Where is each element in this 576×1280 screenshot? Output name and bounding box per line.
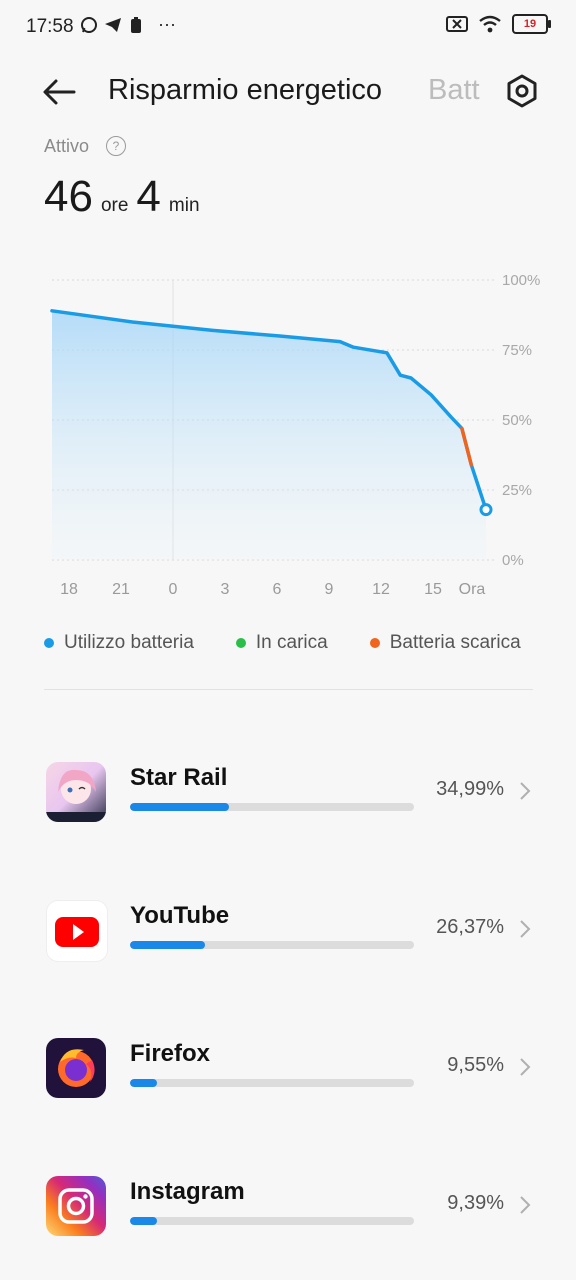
app-row-instagram[interactable]: Instagram 9,39% <box>0 1176 576 1266</box>
x-tick-label: 6 <box>273 581 282 598</box>
back-arrow-icon[interactable] <box>40 72 80 112</box>
status-notification-icons: ··· <box>80 14 176 35</box>
y-tick-label: 0% <box>502 552 524 569</box>
x-tick-label: Ora <box>459 581 486 598</box>
status-system-icons: 19 <box>446 14 551 34</box>
battery-saver-icon <box>131 16 141 33</box>
instagram-icon <box>46 1176 106 1236</box>
battery-area-fill <box>52 310 486 560</box>
legend-low-battery: Batteria scarica <box>369 632 521 654</box>
x-tick-label: 3 <box>221 581 230 598</box>
whatsapp-icon <box>81 16 97 33</box>
y-tick-label: 75% <box>502 342 532 359</box>
help-icon[interactable]: ? <box>106 136 126 156</box>
battery-icon: 19 <box>512 14 551 34</box>
x-tick-label: 12 <box>372 581 390 598</box>
more-icon: ··· <box>158 14 176 34</box>
legend-charging: In carica <box>235 632 328 654</box>
usage-bar <box>130 1079 414 1087</box>
chevron-right-icon <box>520 1058 531 1076</box>
app-name: YouTube <box>130 902 230 929</box>
app-row-firefox[interactable]: Firefox 9,55% <box>0 1038 576 1128</box>
usage-percent: 26,37% <box>436 916 504 938</box>
usage-bar-fill <box>130 941 205 949</box>
app-name: Instagram <box>130 1178 245 1205</box>
firefox-icon <box>46 1038 106 1098</box>
app-name: Star Rail <box>130 764 228 791</box>
current-level-point <box>479 503 493 517</box>
x-tick-label: 21 <box>112 581 130 598</box>
usage-percent: 9,39% <box>447 1192 504 1214</box>
minutes-value: 4 <box>136 172 161 221</box>
divider <box>44 689 533 690</box>
usage-percent: 9,55% <box>447 1054 504 1076</box>
usage-bar <box>130 1217 414 1225</box>
chevron-right-icon <box>520 782 531 800</box>
minutes-unit: min <box>168 195 200 216</box>
wifi-icon <box>479 15 501 33</box>
page-title: Risparmio energetico <box>108 74 383 106</box>
legend-usage: Utilizzo batteria <box>44 632 194 654</box>
tab-battery[interactable]: Batt <box>428 74 488 107</box>
y-tick-label: 100% <box>502 272 540 289</box>
x-tick-label: 9 <box>325 581 334 598</box>
x-tick-label: 15 <box>424 581 442 598</box>
usage-bar-fill <box>130 1217 157 1225</box>
chevron-right-icon <box>520 1196 531 1214</box>
y-tick-label: 50% <box>502 412 532 429</box>
usage-bar <box>130 803 414 811</box>
app-name: Firefox <box>130 1040 211 1067</box>
chevron-right-icon <box>520 920 531 938</box>
usage-bar <box>130 941 414 949</box>
x-tick-label: 18 <box>60 581 78 598</box>
chart-legend: Utilizzo batteria In carica Batteria sca… <box>44 632 521 654</box>
status-time: 17:58 <box>26 16 74 37</box>
app-row-youtube[interactable]: YouTube 26,37% <box>0 900 576 990</box>
usage-percent: 34,99% <box>436 778 504 800</box>
y-tick-label: 25% <box>502 482 532 499</box>
app-row-star-rail[interactable]: Star Rail 34,99% <box>0 762 576 852</box>
usage-bar-fill <box>130 1079 158 1087</box>
hours-unit: ore <box>100 195 129 216</box>
active-duration: 46 ore 4 min <box>44 172 200 222</box>
no-sim-icon <box>446 16 468 32</box>
x-tick-label: 0 <box>169 581 178 598</box>
usage-bar-fill <box>130 803 230 811</box>
hours-value: 46 <box>44 172 93 221</box>
active-label: Attivo <box>44 136 90 156</box>
youtube-icon <box>46 900 108 962</box>
status-bar: 17:58 ··· 19 <box>0 0 576 52</box>
battery-usage-chart: 100% 75% 50% 25% 0% 18 21 0 3 6 9 12 15 Ora <box>50 272 540 598</box>
telegram-icon <box>105 17 121 32</box>
settings-gear-icon[interactable] <box>503 72 541 110</box>
star-rail-icon <box>46 762 106 822</box>
